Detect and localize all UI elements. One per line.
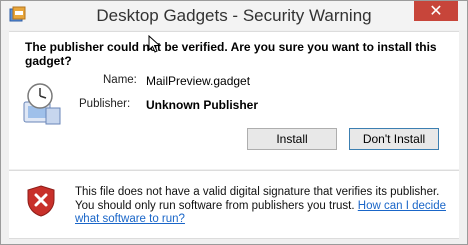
name-label: Name: [103, 74, 137, 86]
close-button[interactable]: ✕ [414, 1, 458, 21]
dont-install-button[interactable]: Don't Install [349, 128, 439, 150]
prompt-panel: The publisher could not be verified. Are… [9, 31, 459, 169]
close-icon: ✕ [429, 3, 443, 20]
publisher-value: Unknown Publisher [146, 98, 259, 112]
window-title: Desktop Gadgets - Security Warning [96, 6, 372, 25]
publisher-label: Publisher: [79, 98, 131, 110]
title-bar[interactable]: Desktop Gadgets - Security Warning ✕ [1, 1, 467, 30]
security-shield-error-icon [27, 185, 55, 217]
name-value: MailPreview.gadget [146, 74, 251, 88]
gadget-clock-icon [23, 83, 61, 125]
prompt-question: The publisher could not be verified. Are… [25, 40, 437, 68]
warning-message: This file does not have a valid digital … [75, 186, 449, 227]
warning-panel: This file does not have a valid digital … [9, 170, 459, 239]
install-button[interactable]: Install [247, 128, 337, 150]
security-warning-dialog: Desktop Gadgets - Security Warning ✕ The… [0, 0, 468, 245]
mouse-cursor-icon [148, 35, 161, 53]
